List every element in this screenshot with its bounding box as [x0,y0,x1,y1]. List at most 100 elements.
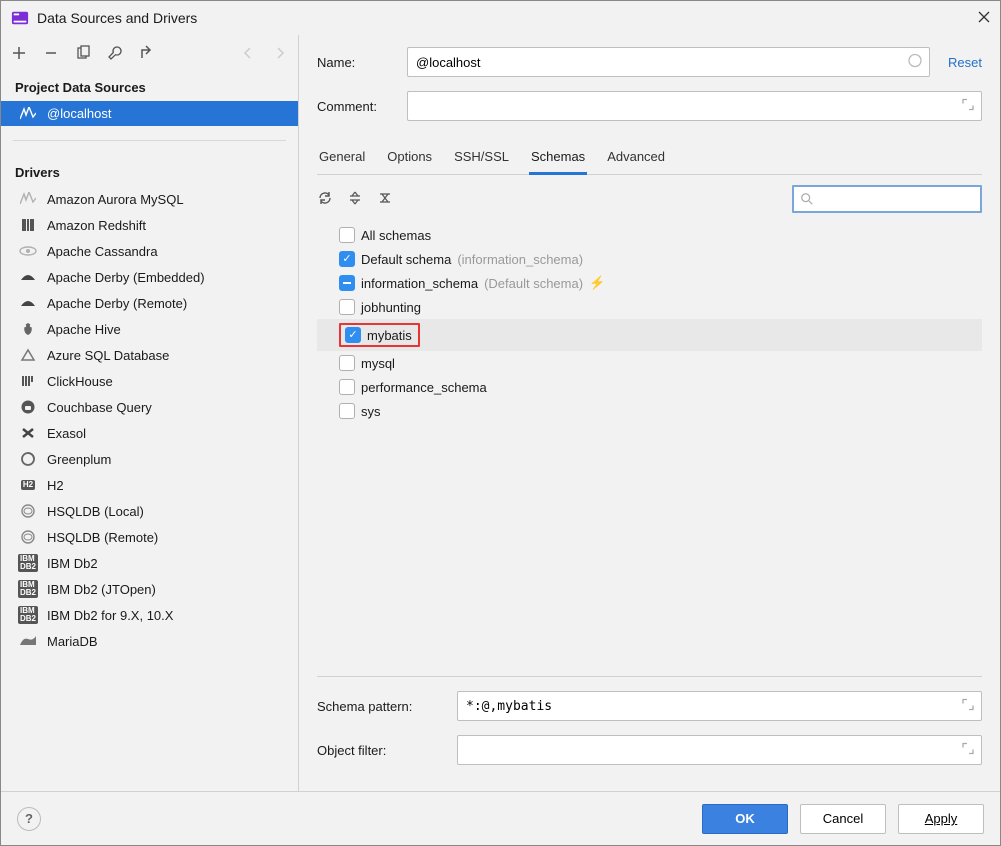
apply-button[interactable]: Apply [898,804,984,834]
schema-row[interactable]: information_schema (Default schema) ⚡ [317,271,982,295]
schema-row[interactable]: sys [317,399,982,423]
tab-ssh-ssl[interactable]: SSH/SSL [452,141,511,174]
schema-checkbox[interactable] [339,299,355,315]
driver-label: IBM Db2 [47,556,98,571]
driver-item[interactable]: Apache Hive [1,316,298,342]
schema-row[interactable]: Default schema (information_schema) [317,247,982,271]
tab-advanced[interactable]: Advanced [605,141,667,174]
name-input[interactable] [407,47,930,77]
tab-options[interactable]: Options [385,141,434,174]
driver-label: Amazon Redshift [47,218,146,233]
wrench-icon[interactable] [107,45,123,64]
driver-icon [19,633,37,649]
schema-row[interactable]: mysql [317,351,982,375]
separator [13,140,286,141]
ok-button[interactable]: OK [702,804,788,834]
schema-label: jobhunting [361,300,421,315]
driver-item[interactable]: Apache Derby (Embedded) [1,264,298,290]
driver-label: Greenplum [47,452,111,467]
schema-pattern-input[interactable] [457,691,982,721]
project-data-sources-header: Project Data Sources [1,74,298,101]
driver-item[interactable]: HSQLDB (Local) [1,498,298,524]
driver-label: Exasol [47,426,86,441]
schema-checkbox[interactable] [339,275,355,291]
cancel-button[interactable]: Cancel [800,804,886,834]
schema-hint: (information_schema) [457,252,583,267]
reset-link[interactable]: Reset [948,55,982,70]
collapse-all-icon[interactable] [377,190,393,209]
driver-item[interactable]: Couchbase Query [1,394,298,420]
drivers-header: Drivers [1,159,298,186]
driver-label: IBM Db2 (JTOpen) [47,582,156,597]
schema-row[interactable]: performance_schema [317,375,982,399]
schema-label: Default schema [361,252,451,267]
search-icon [800,192,814,206]
driver-item[interactable]: HSQLDB (Remote) [1,524,298,550]
driver-icon [19,321,37,337]
copy-icon[interactable] [75,45,91,64]
driver-item[interactable]: Azure SQL Database [1,342,298,368]
driver-item[interactable]: IBMDB2IBM Db2 [1,550,298,576]
tab-general[interactable]: General [317,141,367,174]
sidebar: Project Data Sources @localhost Drivers … [1,35,299,791]
driver-icon [19,425,37,441]
schema-search-input[interactable] [792,185,982,213]
help-button[interactable]: ? [17,807,41,831]
driver-item[interactable]: IBMDB2 IBM Db2 (JTOpen) [1,576,298,602]
driver-item[interactable]: Apache Cassandra [1,238,298,264]
schema-checkbox[interactable] [339,403,355,419]
driver-label: Couchbase Query [47,400,152,415]
driver-icon [19,529,37,545]
name-label: Name: [317,55,407,70]
close-icon[interactable] [978,11,990,26]
driver-item[interactable]: Amazon Aurora MySQL [1,186,298,212]
schema-checkbox[interactable] [339,355,355,371]
driver-label: Amazon Aurora MySQL [47,192,184,207]
schema-checkbox[interactable] [339,251,355,267]
driver-label: Apache Derby (Embedded) [47,270,205,285]
data-source-item[interactable]: @localhost [1,101,298,126]
driver-item[interactable]: Amazon Redshift [1,212,298,238]
schema-label: mybatis [367,328,412,343]
refresh-icon[interactable] [317,190,333,209]
schema-checkbox[interactable] [339,227,355,243]
datasource-icon [19,107,37,121]
driver-item[interactable]: Exasol [1,420,298,446]
schema-row[interactable]: mybatis [317,319,982,351]
expand-all-icon[interactable] [347,190,363,209]
driver-label: H2 [47,478,64,493]
revert-icon[interactable] [139,45,155,64]
forward-icon[interactable] [272,45,288,64]
driver-label: Apache Derby (Remote) [47,296,187,311]
driver-label: MariaDB [47,634,98,649]
driver-icon: IBMDB2 [19,607,37,623]
schema-checkbox[interactable] [345,327,361,343]
titlebar: Data Sources and Drivers [1,1,1000,35]
driver-item[interactable]: Greenplum [1,446,298,472]
driver-item[interactable]: ClickHouse [1,368,298,394]
schema-checkbox[interactable] [339,379,355,395]
driver-item[interactable]: H2H2 [1,472,298,498]
driver-icon: IBMDB2 [19,581,37,597]
schema-label: information_schema [361,276,478,291]
back-icon[interactable] [240,45,256,64]
driver-label: HSQLDB (Remote) [47,530,158,545]
schema-label: All schemas [361,228,431,243]
driver-label: Azure SQL Database [47,348,169,363]
tab-schemas[interactable]: Schemas [529,141,587,175]
driver-item[interactable]: MariaDB [1,628,298,654]
tab-bar: General Options SSH/SSL Schemas Advanced [317,141,982,175]
schema-label: sys [361,404,381,419]
schema-hint: (Default schema) [484,276,583,291]
schema-row[interactable]: All schemas [317,223,982,247]
schema-row[interactable]: jobhunting [317,295,982,319]
driver-item[interactable]: IBMDB2IBM Db2 for 9.X, 10.X [1,602,298,628]
comment-input[interactable] [407,91,982,121]
add-icon[interactable] [11,45,27,64]
driver-icon [19,451,37,467]
driver-item[interactable]: Apache Derby (Remote) [1,290,298,316]
remove-icon[interactable] [43,45,59,64]
bolt-icon: ⚡ [589,275,605,291]
driver-icon [19,243,37,259]
object-filter-input[interactable] [457,735,982,765]
